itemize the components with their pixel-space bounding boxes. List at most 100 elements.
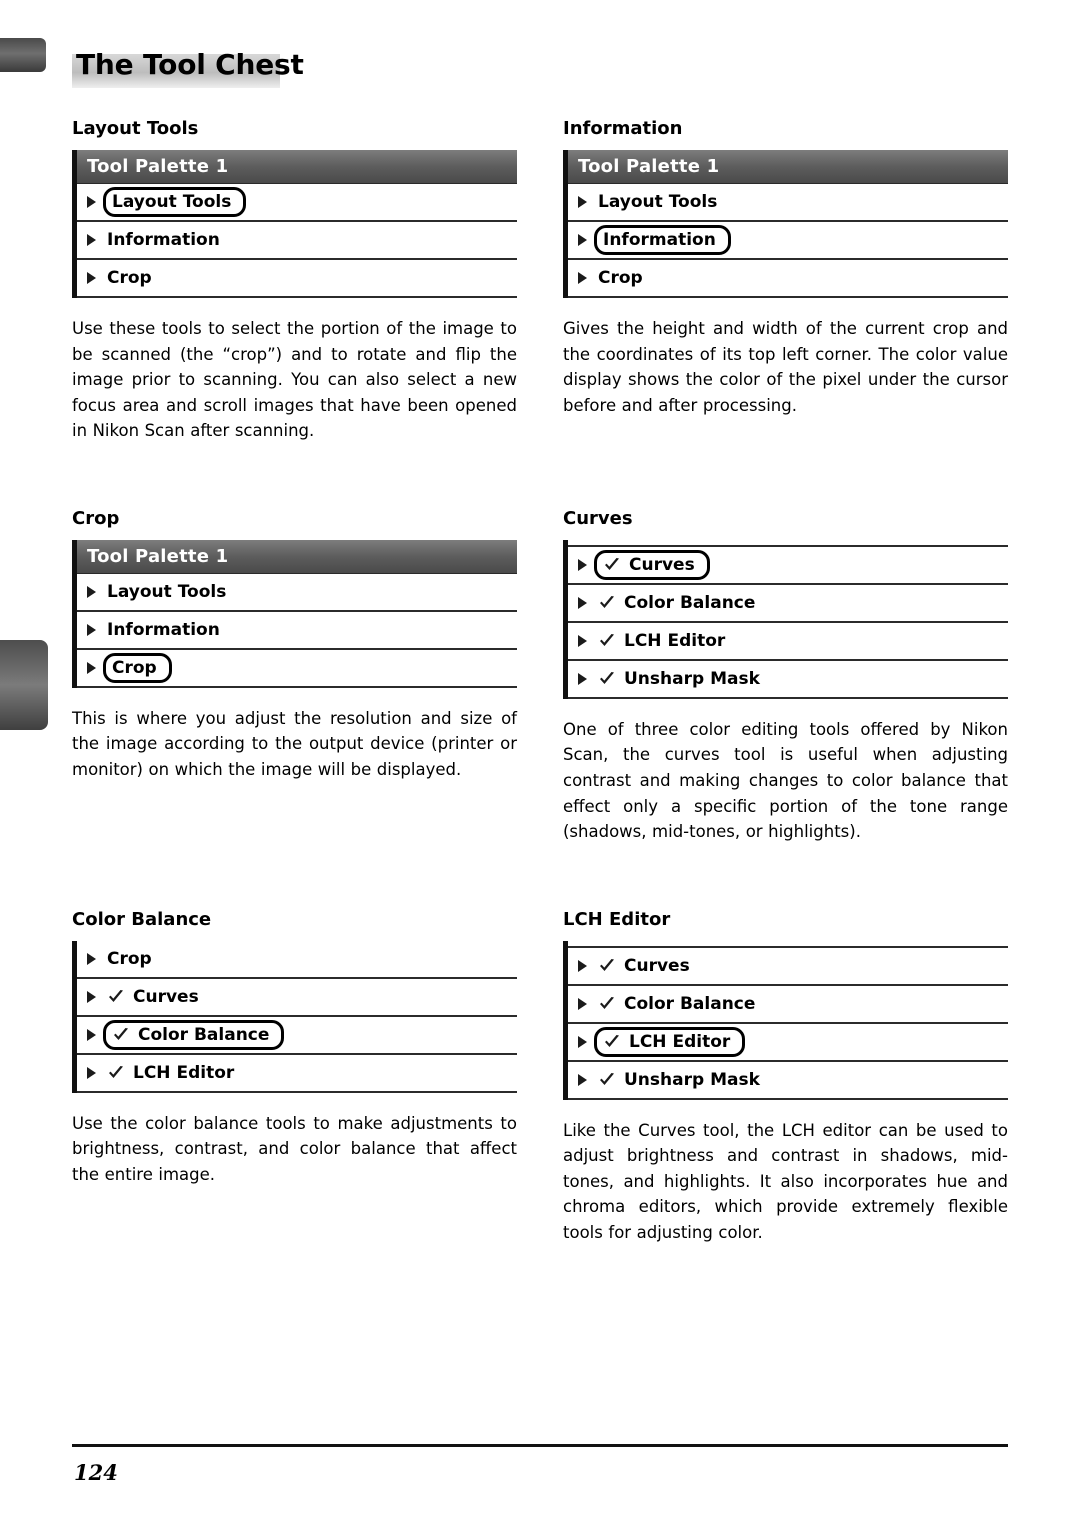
palette-row[interactable]: Curves [77, 978, 517, 1017]
tool-palette-title: Tool Palette 1 [568, 150, 1008, 184]
palette-row-label: LCH Editor [133, 1062, 235, 1083]
triangle-expand-icon[interactable] [578, 672, 587, 685]
page-corner-tab [0, 38, 46, 72]
palette-row-label: Curves [133, 986, 199, 1007]
palette-row-label: LCH Editor [629, 1031, 731, 1052]
palette-row[interactable]: Crop [77, 649, 517, 688]
triangle-expand-icon[interactable] [87, 585, 96, 598]
palette-row-label: Crop [107, 948, 152, 969]
palette-row-label: Color Balance [624, 993, 756, 1014]
selected-item-outline: Layout Tools [103, 187, 247, 217]
palette-row[interactable]: Curves [568, 546, 1008, 585]
section-heading: Layout Tools [72, 118, 199, 139]
palette-row[interactable]: Color Balance [77, 1016, 517, 1055]
page-side-tab [0, 640, 48, 730]
palette-row[interactable]: Crop [77, 940, 517, 979]
triangle-expand-icon[interactable] [87, 661, 96, 674]
checkmark-icon[interactable] [107, 1065, 125, 1081]
palette-row[interactable]: LCH Editor [568, 1023, 1008, 1062]
checkmark-icon[interactable] [598, 1072, 616, 1088]
palette-row[interactable]: Crop [568, 260, 1008, 298]
palette-row-label: Information [107, 230, 220, 250]
palette-row[interactable]: LCH Editor [568, 622, 1008, 661]
footer-rule [72, 1444, 1008, 1447]
section-crop: Crop Tool Palette 1 Layout Tools Informatio… [72, 508, 517, 845]
item-group: Information [107, 230, 220, 250]
selected-item-outline: Color Balance [103, 1019, 285, 1050]
palette-row[interactable]: LCH Editor [77, 1054, 517, 1093]
sections-grid: Layout Tools Tool Palette 1 Layout Tools In… [72, 118, 1008, 1245]
item-group: LCH Editor [107, 1063, 234, 1083]
tool-palette: Crop Curves Color Balance LCH Editor [72, 940, 517, 1093]
tool-palette: Tool Palette 1 Layout Tools Information Cro… [72, 539, 517, 688]
checkmark-icon[interactable] [603, 1034, 621, 1050]
palette-row-label: Crop [598, 268, 643, 288]
item-group: Curves [107, 987, 199, 1007]
triangle-expand-icon[interactable] [578, 558, 587, 571]
palette-row[interactable]: Curves [568, 947, 1008, 986]
checkmark-icon[interactable] [598, 671, 616, 687]
checkmark-icon[interactable] [598, 633, 616, 649]
palette-row-label: Color Balance [138, 1024, 270, 1045]
palette-row[interactable]: Color Balance [568, 584, 1008, 623]
item-group: Unsharp Mask [598, 669, 760, 689]
triangle-expand-icon[interactable] [87, 196, 96, 208]
item-group: Layout Tools [107, 582, 226, 602]
checkmark-icon[interactable] [598, 595, 616, 611]
checkmark-icon[interactable] [107, 989, 125, 1005]
tool-palette-partial-row [568, 940, 1008, 948]
triangle-expand-icon[interactable] [578, 997, 587, 1010]
palette-row[interactable]: Information [568, 222, 1008, 260]
palette-row[interactable]: Layout Tools [568, 184, 1008, 222]
tool-palette-title: Tool Palette 1 [77, 539, 517, 574]
section-layout-tools: Layout Tools Tool Palette 1 Layout Tools In… [72, 118, 517, 444]
triangle-expand-icon[interactable] [87, 272, 96, 284]
tool-palette: Curves Color Balance LCH Editor Unsharp Mas… [563, 940, 1008, 1100]
item-group: Layout Tools [598, 192, 717, 212]
section-curves: Curves Curves Color Balance LCH Editor Unsha… [563, 508, 1008, 845]
item-group: Color Balance [598, 994, 755, 1014]
section-body-text: Use these tools to select the portion of… [72, 319, 517, 441]
checkmark-icon[interactable] [112, 1027, 130, 1043]
palette-row[interactable]: Crop [77, 260, 517, 298]
item-group: Crop [598, 268, 643, 288]
palette-row[interactable]: Layout Tools [77, 184, 517, 222]
palette-row[interactable]: Unsharp Mask [568, 1061, 1008, 1100]
triangle-expand-icon[interactable] [578, 196, 587, 208]
triangle-expand-icon[interactable] [87, 990, 96, 1003]
tool-palette: Tool Palette 1 Layout Tools Information Cro… [563, 150, 1008, 298]
palette-row[interactable]: Unsharp Mask [568, 660, 1008, 699]
checkmark-icon[interactable] [598, 996, 616, 1012]
palette-row[interactable]: Layout Tools [77, 573, 517, 612]
triangle-expand-icon[interactable] [578, 634, 587, 647]
palette-row-label: Color Balance [624, 592, 756, 613]
tool-palette-rows: Crop Curves Color Balance LCH Editor [77, 940, 517, 1093]
tool-palette-rows: Curves Color Balance LCH Editor Unsharp Mas… [568, 546, 1008, 699]
palette-row-label: LCH Editor [624, 630, 726, 651]
palette-row[interactable]: Information [77, 611, 517, 650]
checkmark-icon[interactable] [603, 557, 621, 573]
section-color-balance: Color Balance Crop Curves Color Balance LCH … [72, 909, 517, 1246]
item-group: Unsharp Mask [598, 1070, 760, 1090]
item-group: Color Balance [598, 593, 755, 613]
palette-row[interactable]: Color Balance [568, 985, 1008, 1024]
triangle-expand-icon[interactable] [578, 1035, 587, 1048]
palette-row[interactable]: Information [77, 222, 517, 260]
tool-palette: Curves Color Balance LCH Editor Unsharp Mas… [563, 539, 1008, 699]
triangle-expand-icon[interactable] [87, 952, 96, 965]
section-information: Information Tool Palette 1 Layout Tools Inf… [563, 118, 1008, 444]
triangle-expand-icon[interactable] [87, 623, 96, 636]
tool-palette-partial-row [568, 539, 1008, 547]
triangle-expand-icon[interactable] [578, 272, 587, 284]
triangle-expand-icon[interactable] [578, 959, 587, 972]
triangle-expand-icon[interactable] [87, 1028, 96, 1041]
triangle-expand-icon[interactable] [578, 596, 587, 609]
triangle-expand-icon[interactable] [87, 234, 96, 246]
triangle-expand-icon[interactable] [578, 234, 587, 246]
tool-palette-rows: Layout Tools Information Crop [77, 184, 517, 298]
palette-row-label: Unsharp Mask [624, 1069, 760, 1090]
triangle-expand-icon[interactable] [578, 1073, 587, 1086]
section-heading: Color Balance [72, 908, 212, 930]
triangle-expand-icon[interactable] [87, 1066, 96, 1079]
checkmark-icon[interactable] [598, 958, 616, 974]
